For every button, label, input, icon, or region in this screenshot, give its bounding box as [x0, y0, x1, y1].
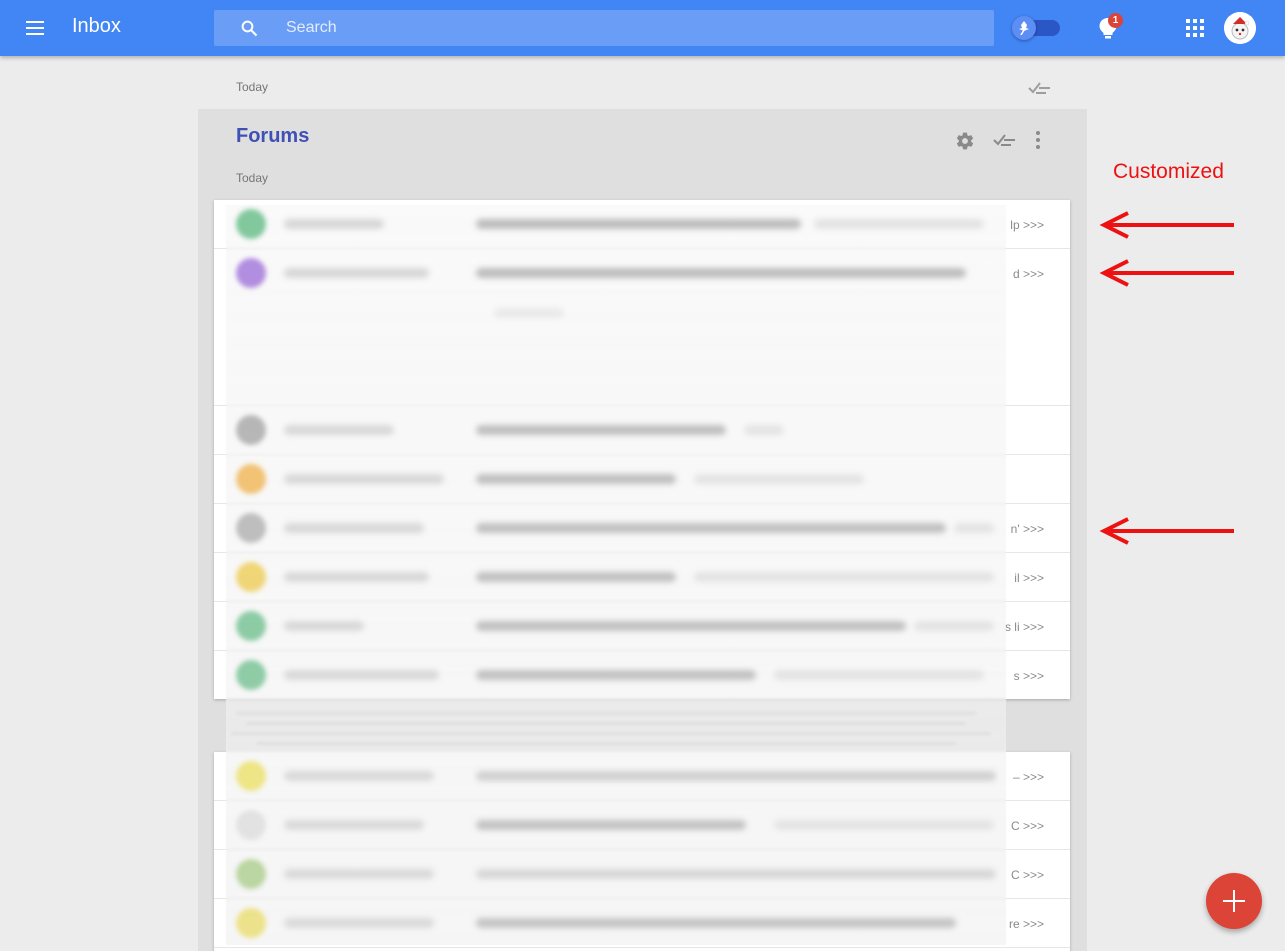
- top-bar: Inbox 1: [0, 0, 1285, 56]
- sender-avatar: [236, 258, 266, 288]
- list-item[interactable]: s >>>: [214, 651, 1070, 699]
- sender-name: [284, 918, 434, 928]
- snippet: [744, 425, 784, 435]
- redacted-strip: [226, 700, 1006, 752]
- sender-avatar: [236, 513, 266, 543]
- cluster-day-label: Today: [236, 171, 269, 185]
- snippet-tail: n' >>>: [1010, 522, 1044, 536]
- search-bar[interactable]: [214, 10, 994, 46]
- annotation-label: Customized: [1113, 160, 1224, 183]
- subject: [476, 771, 996, 781]
- sender-name: [284, 771, 434, 781]
- apps-icon[interactable]: [1186, 19, 1204, 37]
- snippet: [774, 820, 994, 830]
- subject: [476, 820, 746, 830]
- list-item[interactable]: d >>>: [214, 248, 1070, 406]
- sender-name: [284, 425, 394, 435]
- subject: [476, 869, 996, 879]
- sender-name: [284, 474, 444, 484]
- sweep-icon[interactable]: [1028, 80, 1052, 96]
- snippet-tail: – >>>: [1012, 770, 1044, 784]
- sender-name: [284, 219, 384, 229]
- sender-avatar: [236, 611, 266, 641]
- list-item[interactable]: C >>>: [214, 850, 1070, 899]
- snippet: [774, 670, 984, 680]
- list-item[interactable]: n' >>>: [214, 504, 1070, 553]
- subject: [476, 219, 801, 229]
- snippet-tail: lp >>>: [1010, 218, 1044, 232]
- compose-button[interactable]: [1206, 873, 1262, 929]
- sender-avatar: [236, 908, 266, 938]
- more-vert-icon[interactable]: [1034, 131, 1042, 151]
- sender-name: [284, 869, 434, 879]
- snippet-tail: C >>>: [1010, 819, 1044, 833]
- annotation-arrow: [1099, 211, 1234, 239]
- snippet-tail: s >>>: [1013, 669, 1044, 683]
- snippet: [914, 621, 994, 631]
- account-avatar[interactable]: [1224, 12, 1256, 44]
- annotation-arrow: [1099, 517, 1234, 545]
- snippet: [694, 474, 864, 484]
- subject: [476, 572, 676, 582]
- subject: [476, 621, 906, 631]
- subject: [476, 523, 946, 533]
- sender-avatar: [236, 562, 266, 592]
- snippet-tail: d >>>: [1012, 267, 1044, 281]
- list-item[interactable]: [214, 455, 1070, 504]
- list-item[interactable]: s li >>>: [214, 602, 1070, 651]
- list-item[interactable]: [214, 406, 1070, 455]
- subject: [476, 670, 756, 680]
- notification-badge: 1: [1108, 13, 1123, 28]
- sender-name: [284, 621, 364, 631]
- cluster-sweep-icon[interactable]: [993, 132, 1017, 148]
- sender-avatar: [236, 660, 266, 690]
- sender-name: [284, 670, 439, 680]
- snippet: [954, 523, 994, 533]
- pin-toggle-knob: [1012, 16, 1036, 40]
- sender-name: [284, 268, 429, 278]
- list-item[interactable]: il >>>: [214, 553, 1070, 602]
- add-icon-bar: [1223, 900, 1245, 902]
- preview-attachment: [494, 308, 564, 318]
- app-title: Inbox: [72, 15, 121, 37]
- subject: [476, 268, 966, 278]
- pin-icon: [1019, 21, 1029, 35]
- snippet: [814, 219, 984, 229]
- sender-avatar: [236, 810, 266, 840]
- subject: [476, 918, 956, 928]
- list-item[interactable]: – >>>: [214, 752, 1070, 801]
- snippet: [694, 572, 994, 582]
- sender-avatar: [236, 761, 266, 791]
- annotation-arrow: [1099, 259, 1234, 287]
- sender-avatar: [236, 209, 266, 239]
- cluster-title[interactable]: Forums: [236, 125, 309, 148]
- list-item[interactable]: re >>>: [214, 899, 1070, 948]
- list-item[interactable]: C >>>: [214, 801, 1070, 850]
- avatar-image: [1224, 12, 1256, 44]
- sender-avatar: [236, 464, 266, 494]
- search-input[interactable]: [286, 10, 966, 46]
- message-list: lp >>> d >>> n' >>> il >>> s li >>> s >>…: [214, 200, 1070, 699]
- search-icon: [241, 20, 258, 37]
- sender-avatar: [236, 415, 266, 445]
- snippet-tail: s li >>>: [1004, 620, 1044, 634]
- list-item[interactable]: lp >>>: [214, 200, 1070, 249]
- pin-toggle[interactable]: [1012, 16, 1060, 40]
- subject: [476, 474, 676, 484]
- gear-icon[interactable]: [955, 131, 975, 151]
- message-list-2: – >>> C >>> C >>> re >>>: [214, 752, 1070, 951]
- sender-name: [284, 523, 424, 533]
- snippet-tail: re >>>: [1008, 917, 1044, 931]
- snippet-tail: C >>>: [1010, 868, 1044, 882]
- inbox-day-label: Today: [236, 80, 269, 94]
- menu-icon[interactable]: [24, 18, 48, 38]
- sender-avatar: [236, 859, 266, 889]
- sender-name: [284, 820, 424, 830]
- sender-name: [284, 572, 429, 582]
- snippet-tail: il >>>: [1014, 571, 1044, 585]
- subject: [476, 425, 726, 435]
